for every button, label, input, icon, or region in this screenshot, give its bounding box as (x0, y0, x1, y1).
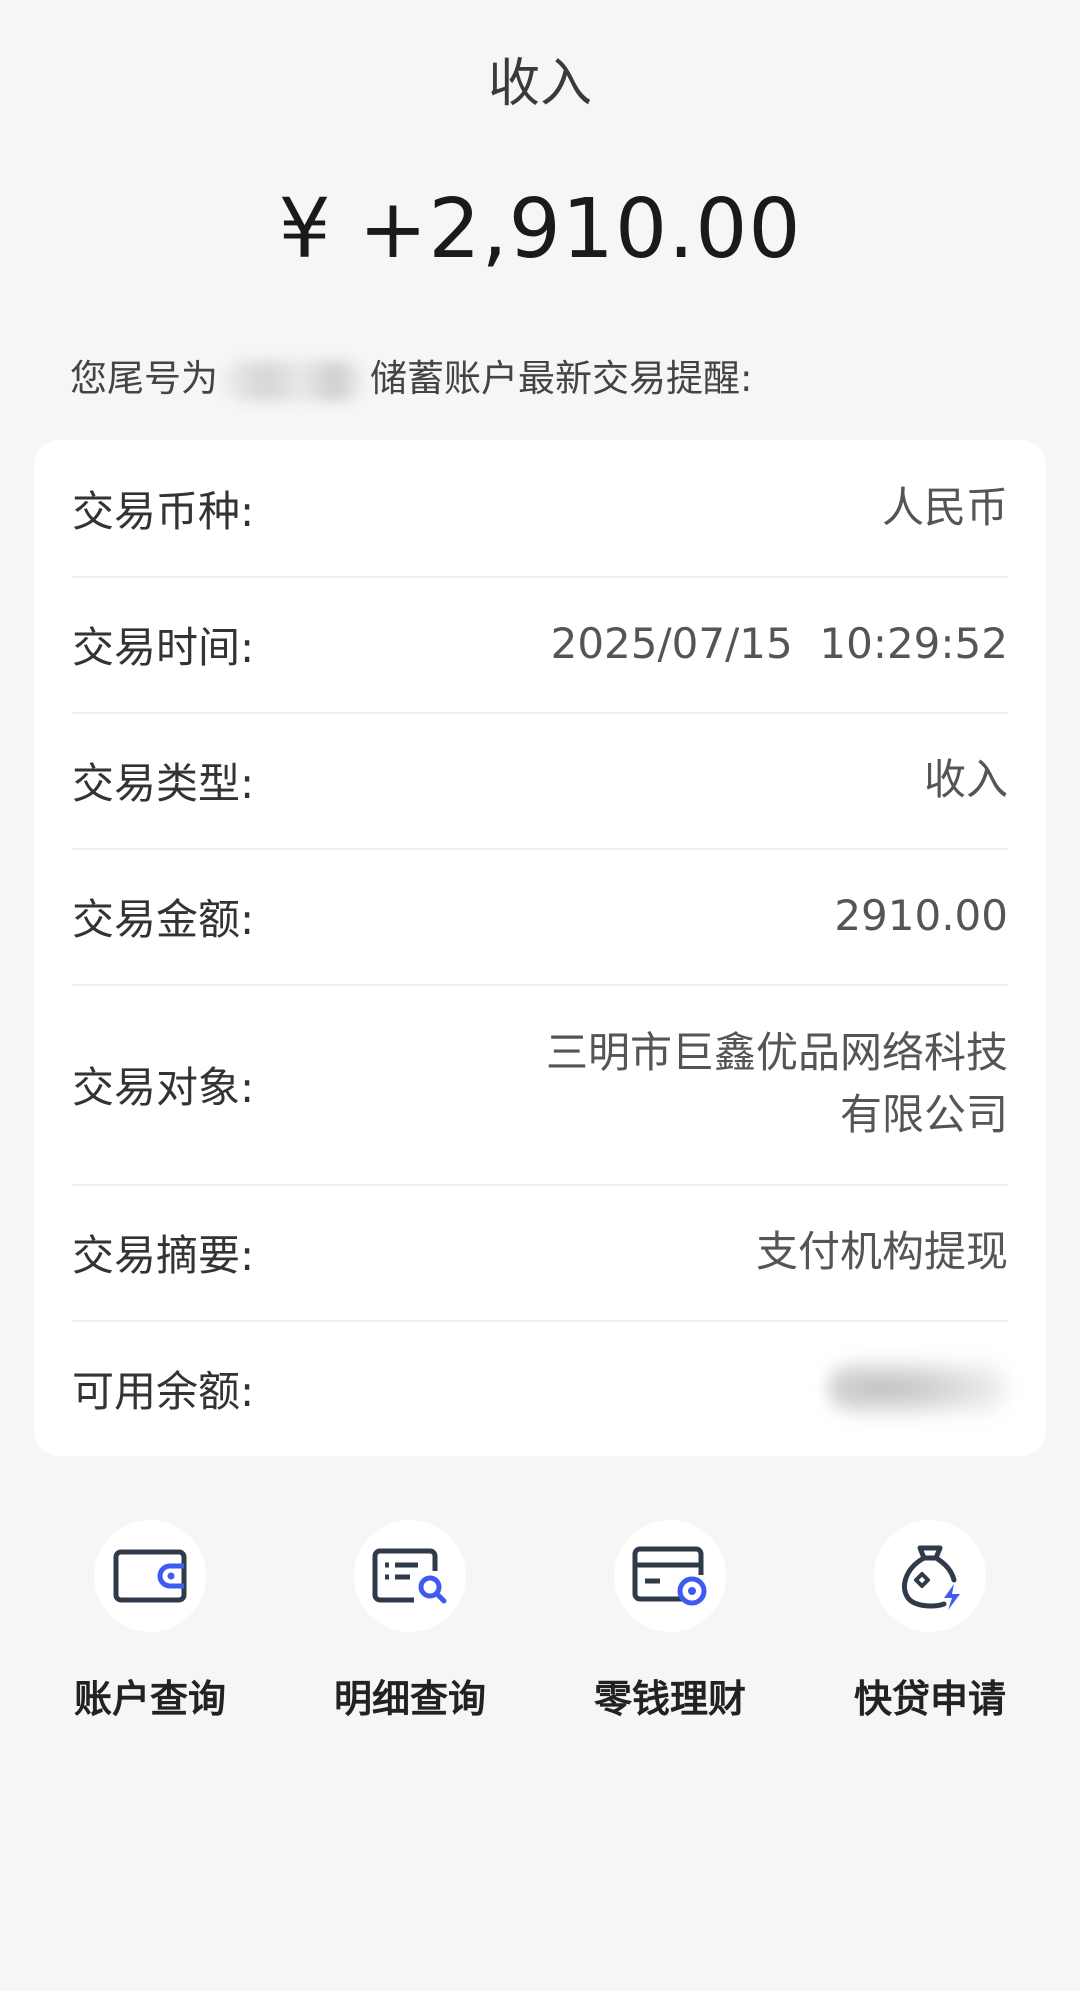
loan-application-label: 快贷申请 (853, 1677, 1006, 1721)
summary-label: 交易摘要: (72, 1230, 255, 1280)
detail-query-button[interactable]: 明细查询 (300, 1520, 520, 1723)
row-balance: 可用余额: (72, 1320, 1008, 1456)
row-amount: 交易金额: 2910.00 (72, 848, 1008, 986)
currency-value: 人民币 (881, 483, 1008, 532)
money-bag-icon (874, 1520, 986, 1632)
counterparty-label: 交易对象: (72, 1062, 255, 1112)
row-counterparty: 交易对象: 三明市巨鑫优品网络科技 有限公司 (72, 984, 1008, 1186)
account-query-button[interactable]: 账户查询 (40, 1520, 260, 1723)
type-value: 收入 (923, 755, 1008, 804)
detail-query-label: 明细查询 (333, 1677, 486, 1721)
currency-label: 交易币种: (72, 486, 255, 536)
summary-value: 支付机构提现 (755, 1227, 1008, 1276)
counterparty-line1: 三明市巨鑫优品网络科技 (545, 1028, 1008, 1077)
row-currency: 交易币种: 人民币 (72, 440, 1008, 578)
row-summary: 交易摘要: 支付机构提现 (72, 1184, 1008, 1322)
counterparty-value: 三明市巨鑫优品网络科技 有限公司 (546, 1022, 1008, 1146)
transaction-header: 收入 ¥ +2,910.00 (0, 0, 1080, 280)
counterparty-line2: 有限公司 (839, 1090, 1008, 1139)
wallet-icon (94, 1520, 206, 1632)
transaction-amount-heading: ¥ +2,910.00 (278, 182, 802, 277)
type-label: 交易类型: (72, 758, 255, 808)
quick-actions: 账户查询 明细查询 零钱理财 快贷申请 (0, 1520, 1080, 1723)
time-value: 2025/07/15 10:29:52 (550, 619, 1008, 668)
wealth-button[interactable]: 零钱理财 (560, 1520, 780, 1723)
account-query-label: 账户查询 (73, 1677, 226, 1721)
card-coin-icon (614, 1520, 726, 1632)
transaction-details-card: 交易币种: 人民币 交易时间: 2025/07/15 10:29:52 交易类型… (34, 440, 1046, 1456)
masked-balance-value (828, 1360, 1008, 1416)
wealth-label: 零钱理财 (593, 1677, 746, 1721)
account-notice: 您尾号为 储蓄账户最新交易提醒: (70, 348, 752, 402)
transaction-direction-label: 收入 (487, 54, 592, 114)
balance-label: 可用余额: (72, 1366, 255, 1416)
notice-suffix: 储蓄账户最新交易提醒: (370, 357, 753, 400)
amount-value: 2910.00 (834, 891, 1008, 940)
transaction-detail-page: 收入 ¥ +2,910.00 您尾号为 储蓄账户最新交易提醒: 交易币种: 人民币… (0, 0, 1080, 1991)
row-type: 交易类型: 收入 (72, 712, 1008, 850)
row-time: 交易时间: 2025/07/15 10:29:52 (72, 576, 1008, 714)
masked-account-number (224, 360, 364, 401)
notice-prefix: 您尾号为 (70, 357, 218, 400)
loan-application-button[interactable]: 快贷申请 (820, 1520, 1040, 1723)
amount-label: 交易金额: (72, 894, 255, 944)
time-label: 交易时间: (72, 622, 255, 672)
statement-search-icon (354, 1520, 466, 1632)
